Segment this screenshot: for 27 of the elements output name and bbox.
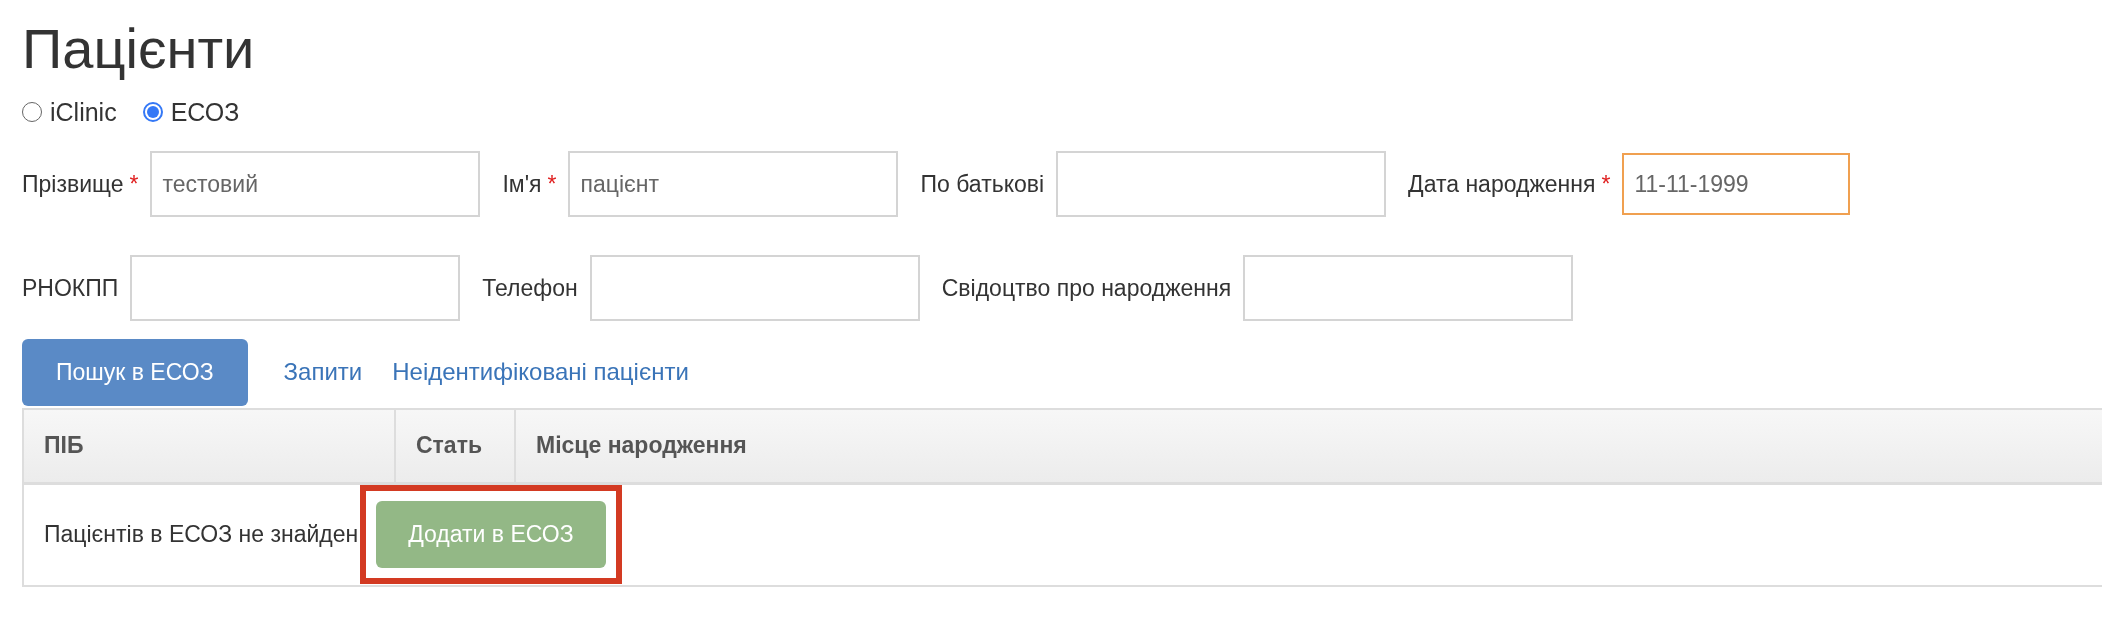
field-label: По батькові xyxy=(920,170,1045,198)
input-field[interactable] xyxy=(1056,151,1387,218)
input-field[interactable] xyxy=(1243,255,1574,322)
required-mark: * xyxy=(547,170,557,198)
field-label: Свідоцтво про народження xyxy=(941,274,1232,302)
source-radio[interactable]: iClinic xyxy=(22,97,117,127)
required-mark: * xyxy=(1601,170,1611,198)
field-label: Телефон xyxy=(482,274,578,302)
column-header: Стать xyxy=(396,409,516,482)
field-label: Ім'я * xyxy=(502,170,557,198)
page-title: Пацієнти xyxy=(22,18,256,80)
input-field[interactable] xyxy=(589,255,920,322)
field-label: РНОКПП xyxy=(22,274,119,302)
column-header: Місце народження xyxy=(535,431,748,461)
search-button[interactable]: Пошук в ЕСОЗ xyxy=(22,338,248,406)
column-header: ПІБ xyxy=(24,409,396,482)
input-field[interactable]: 11-11-1999 xyxy=(1622,153,1851,216)
nav-link[interactable]: Неідентифіковані пацієнти xyxy=(392,358,689,387)
required-mark: * xyxy=(129,170,139,198)
empty-message: Пацієнтів в ЕСОЗ не знайден xyxy=(44,521,359,549)
nav-link[interactable]: Запити xyxy=(283,358,363,387)
input-field[interactable] xyxy=(130,255,461,322)
field-label: Прізвище * xyxy=(22,170,139,198)
source-radio[interactable]: ЕСОЗ xyxy=(142,97,240,127)
field-label: Дата народження * xyxy=(1408,170,1611,198)
input-field[interactable]: пацієнт xyxy=(568,151,899,218)
input-field[interactable]: тестовий xyxy=(150,151,481,218)
